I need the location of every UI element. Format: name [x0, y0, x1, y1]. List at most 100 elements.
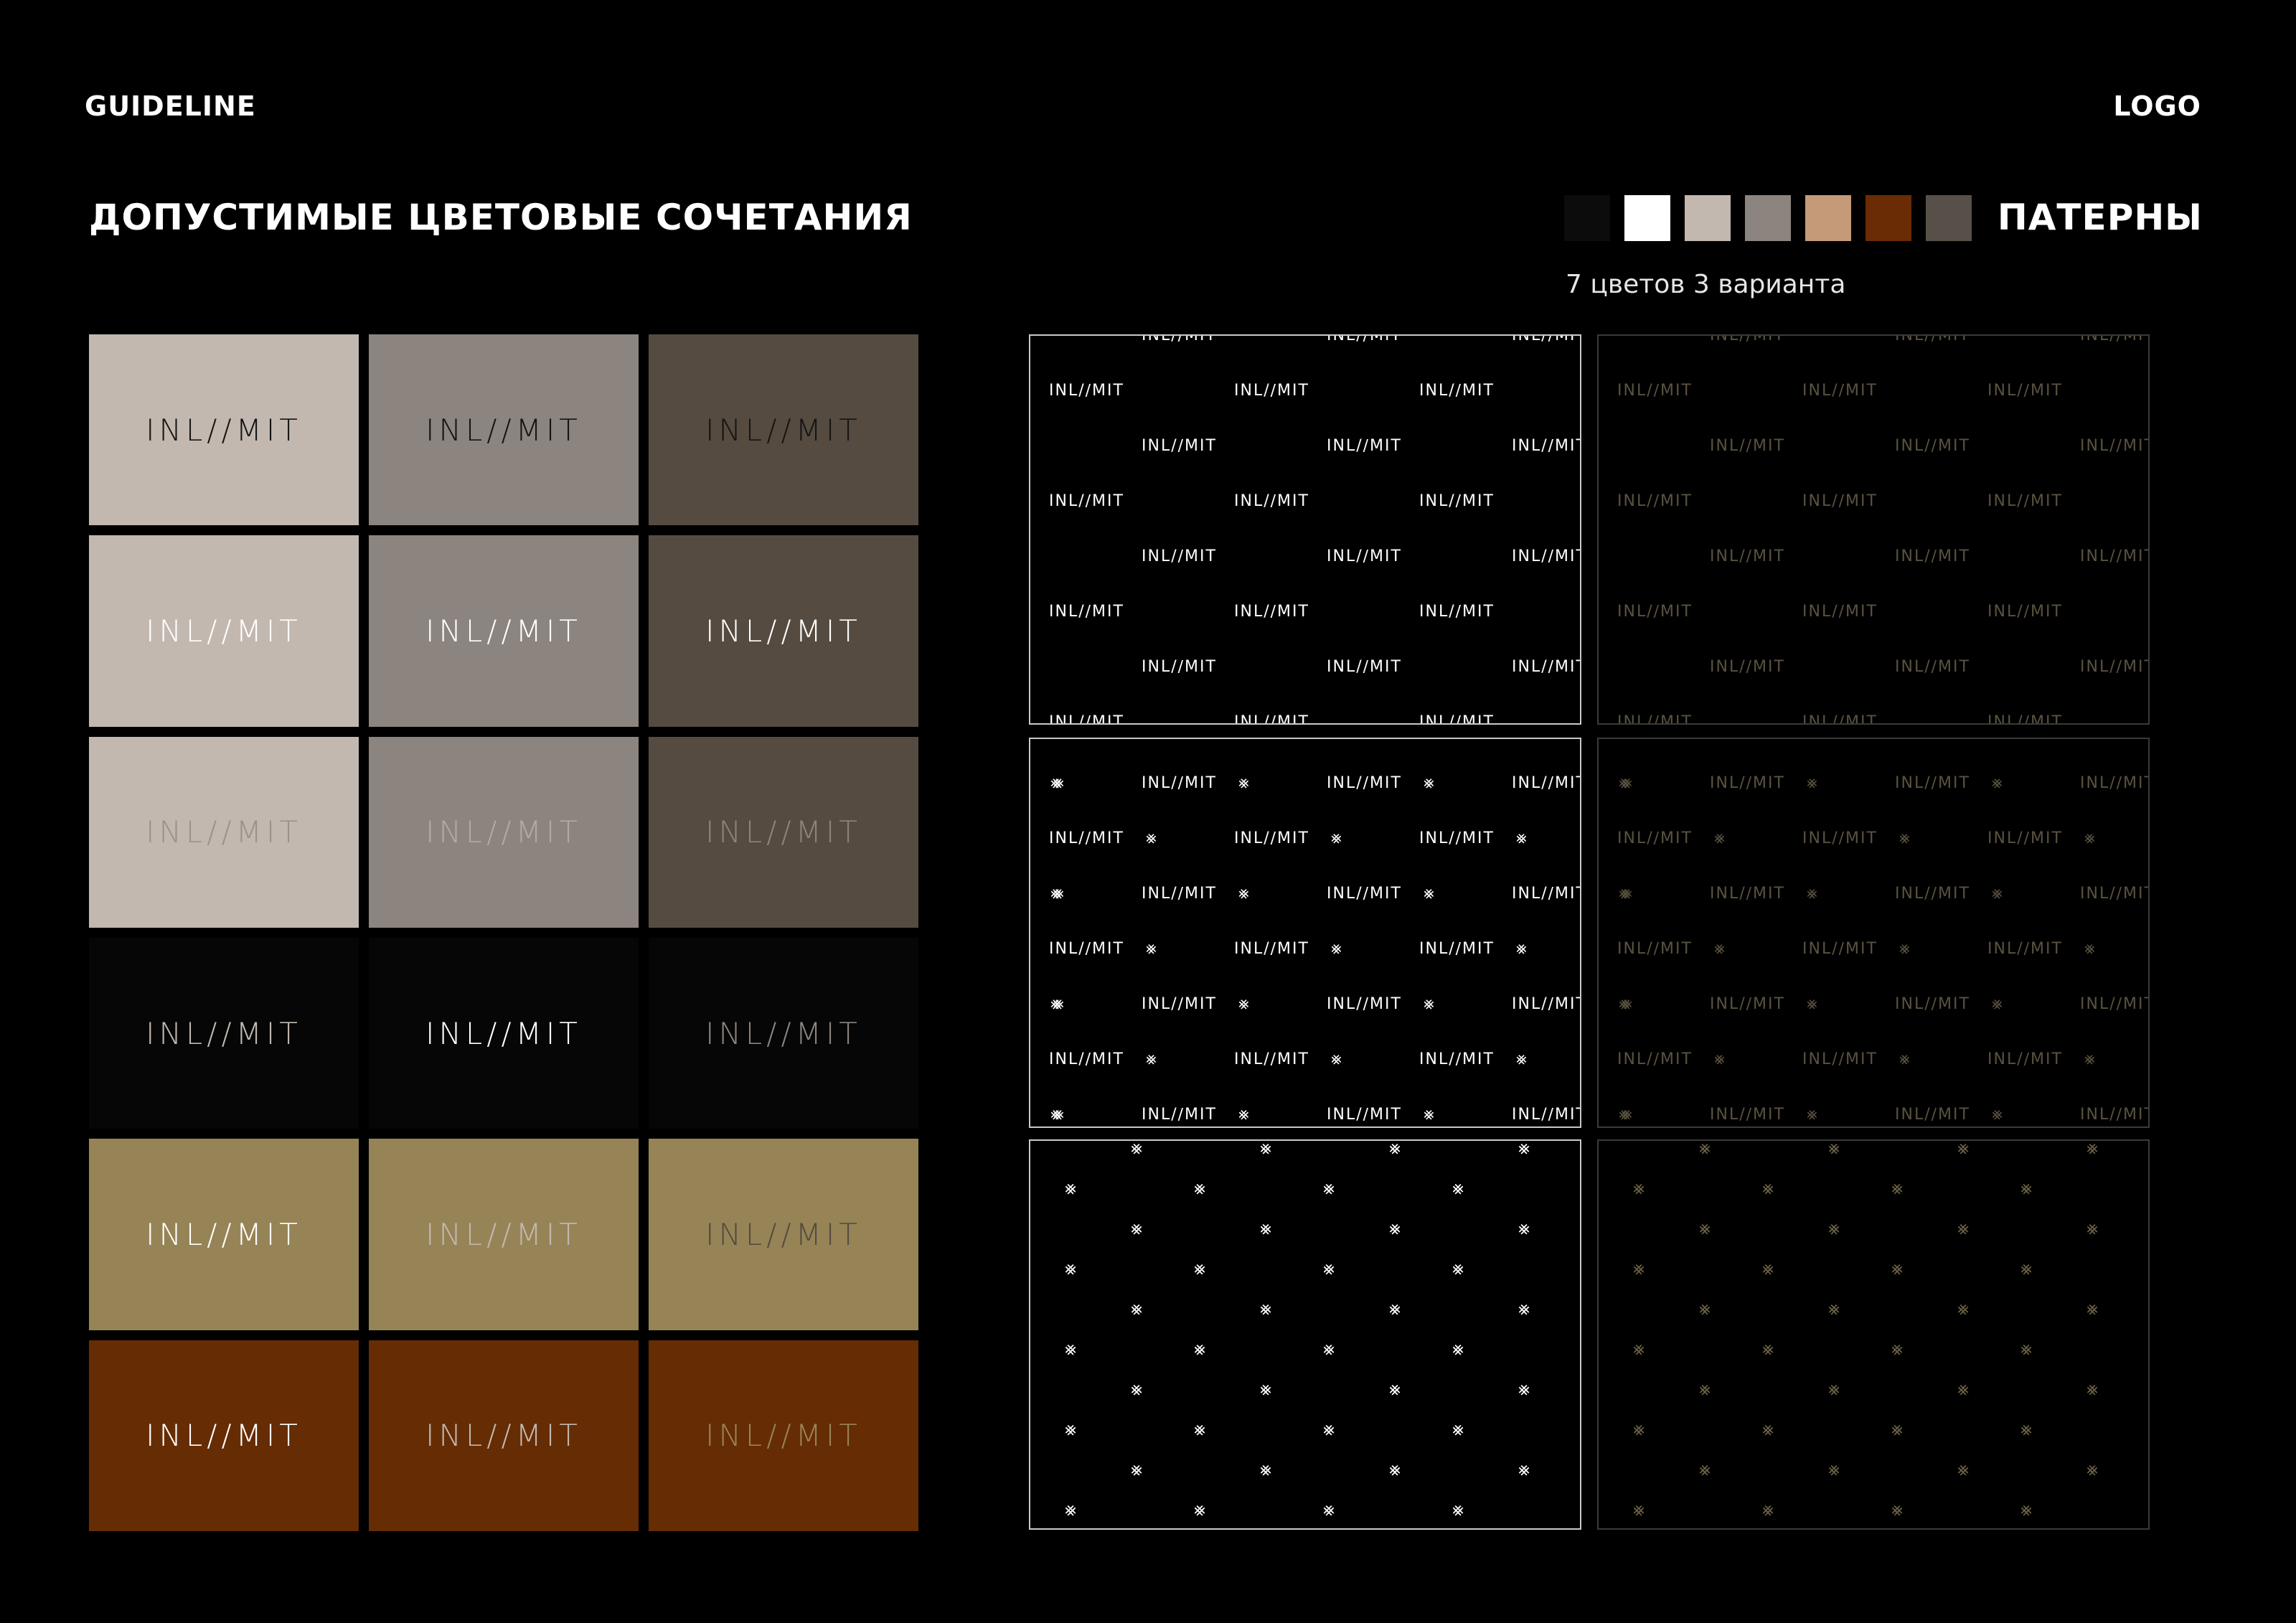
pattern-wordmark: INL/∕MIT — [2080, 885, 2148, 903]
pattern-wordmark: INL/∕MIT — [1142, 547, 1217, 565]
monogram-icon: ⨳ — [1194, 1499, 1207, 1520]
monogram-icon: ⨳ — [1260, 1298, 1273, 1319]
pattern-wordmark: INL/∕MIT — [1327, 774, 1402, 792]
combination-cell: INL/∕MIT — [649, 938, 918, 1129]
monogram-icon: ⨳ — [1050, 993, 1063, 1013]
pattern-wordmark: INL/∕MIT — [1512, 547, 1580, 565]
monogram-icon: ⨳ — [1619, 1104, 1631, 1124]
monogram-icon: ⨳ — [2086, 1298, 2099, 1319]
monogram-icon: ⨳ — [1194, 1419, 1207, 1440]
pattern-wordmark: INL/∕MIT — [2080, 995, 2148, 1013]
monogram-icon: ⨳ — [1424, 772, 1436, 792]
combination-cell: INL/∕MIT — [89, 1139, 359, 1330]
monogram-icon: ⨳ — [1452, 1419, 1465, 1440]
monogram-icon: ⨳ — [1260, 1459, 1273, 1480]
monogram-icon: ⨳ — [2084, 938, 2097, 958]
pattern-wordmark: INL/∕MIT — [1599, 885, 1600, 903]
monogram-icon: ⨳ — [1714, 1048, 1726, 1068]
logo-wordmark: INL/∕MIT — [705, 1015, 862, 1051]
monogram-icon: ⨳ — [1131, 1378, 1144, 1400]
monogram-icon: ⨳ — [1619, 883, 1631, 903]
pattern-wordmark: INL/∕MIT — [1234, 713, 1309, 723]
monogram-icon: ⨳ — [1518, 1218, 1531, 1239]
pattern-wordmark: INL/∕MIT — [1599, 547, 1600, 565]
pattern-wordmark: INL/∕MIT — [1802, 382, 1878, 400]
monogram-icon: ⨳ — [1065, 1177, 1078, 1199]
pattern-wordmark: INL/∕MIT — [1710, 774, 1785, 792]
pattern-wordmark: INL/∕MIT — [1234, 382, 1309, 400]
color-combination-grid: INL/∕MIT INL/∕MIT INL/∕MIT INL/∕MIT INL/∕MIT… — [89, 334, 918, 1531]
monogram-icon: ⨳ — [1452, 1499, 1465, 1520]
pattern-wordmark: INL/∕MIT — [1327, 437, 1402, 455]
combination-cell: INL/∕MIT — [649, 1340, 918, 1531]
pattern-wordmark: INL/∕MIT — [2080, 658, 2148, 676]
monogram-icon: ⨳ — [1699, 1459, 1712, 1480]
pattern-wordmark: INL/∕MIT — [1234, 492, 1309, 510]
pattern-wordmark: INL/∕MIT — [2080, 1106, 2148, 1124]
monogram-icon: ⨳ — [2020, 1419, 2033, 1440]
pattern-wordmark: INL/∕MIT — [1802, 603, 1878, 621]
monogram-icon: ⨳ — [1762, 1177, 1775, 1199]
monogram-icon: ⨳ — [1992, 993, 2004, 1013]
pattern-wordmark: INL/∕MIT — [1599, 336, 1600, 344]
monogram-icon: ⨳ — [2086, 1378, 2099, 1400]
patterns-title: ПАТЕРНЫ — [1997, 197, 2203, 238]
monogram-icon: ⨳ — [1828, 1298, 1841, 1319]
pattern-wordmark: INL/∕MIT — [1049, 603, 1124, 621]
palette-swatch-5 — [1805, 195, 1851, 241]
monogram-icon: ⨳ — [2020, 1338, 2033, 1360]
monogram-icon: ⨳ — [1452, 1177, 1465, 1199]
monogram-icon: ⨳ — [1424, 883, 1436, 903]
logo-wordmark: INL/∕MIT — [425, 1015, 582, 1051]
pattern-tile-wordmark-white: INL/∕MIT INL/∕MIT INL/∕MIT INL/∕MIT INL/∕MIT… — [1029, 334, 1581, 725]
pattern-wordmark: INL/∕MIT — [1710, 995, 1785, 1013]
monogram-icon: ⨳ — [1331, 938, 1343, 958]
pattern-wordmark: INL/∕MIT — [1599, 774, 1600, 792]
pattern-wordmark: INL/∕MIT — [1030, 437, 1032, 455]
monogram-icon: ⨳ — [1146, 827, 1158, 847]
monogram-icon: ⨳ — [1424, 993, 1436, 1013]
monogram-icon: ⨳ — [1891, 1499, 1904, 1520]
pattern-wordmark: INL/∕MIT — [1802, 829, 1878, 847]
pattern-wordmark: INL/∕MIT — [1030, 658, 1032, 676]
logo-wordmark: INL/∕MIT — [146, 613, 302, 649]
pattern-wordmark: INL/∕MIT — [1512, 1106, 1580, 1124]
pattern-tile-wordmark-monogram-white: INL/∕MIT ⨳ INL/∕MIT ⨳ INL/∕MIT ⨳ INL/∕MIT ⨳ ⨳ INL… — [1029, 738, 1581, 1128]
monogram-icon: ⨳ — [1065, 1258, 1078, 1279]
monogram-icon: ⨳ — [1131, 1459, 1144, 1480]
monogram-icon: ⨳ — [1194, 1258, 1207, 1279]
combination-cell: INL/∕MIT — [649, 736, 918, 928]
pattern-wordmark: INL/∕MIT — [1512, 995, 1580, 1013]
pattern-svg: INL/∕MIT INL/∕MIT INL/∕MIT INL/∕MIT INL/∕MIT… — [1030, 336, 1580, 723]
palette-swatch-4 — [1745, 195, 1791, 241]
combination-cell: INL/∕MIT — [89, 1340, 359, 1531]
pattern-tile-monogram-dark: ⨳ ⨳ ⨳ ⨳ ⨳ ⨳ ⨳ ⨳ ⨳ ⨳ ⨳ ⨳ ⨳ ⨳ ⨳ ⨳ ⨳ ⨳ ⨳ ⨳ ⨳ ⨳ ⨳ ⨳ ⨳ ⨳ ⨳ ⨳ ⨳ ⨳ ⨳ ⨳ ⨳ ⨳ ⨳ ⨳ ⨳ ⨳ ⨳ ⨳… — [1597, 1139, 2150, 1530]
logo-wordmark: INL/∕MIT — [705, 1418, 862, 1454]
monogram-icon: ⨳ — [2020, 1499, 2033, 1520]
monogram-icon: ⨳ — [1762, 1419, 1775, 1440]
monogram-icon: ⨳ — [1828, 1218, 1841, 1239]
pattern-tile-wordmark-dark: INL/∕MIT INL/∕MIT INL/∕MIT INL/∕MIT INL/∕MIT… — [1597, 334, 2150, 725]
monogram-icon: ⨳ — [1260, 1378, 1273, 1400]
combination-cell: INL/∕MIT — [369, 1340, 639, 1531]
logo-wordmark: INL/∕MIT — [425, 814, 582, 850]
pattern-wordmark: INL/∕MIT — [1327, 1106, 1402, 1124]
combination-cell: INL/∕MIT — [369, 1139, 639, 1330]
monogram-icon: ⨳ — [1389, 1459, 1402, 1480]
monogram-icon: ⨳ — [1762, 1258, 1775, 1279]
monogram-icon: ⨳ — [1899, 827, 1911, 847]
pattern-wordmark: INL/∕MIT — [1895, 437, 1970, 455]
pattern-wordmark: INL/∕MIT — [1142, 774, 1217, 792]
monogram-icon: ⨳ — [1050, 1104, 1063, 1124]
pattern-wordmark: INL/∕MIT — [1987, 713, 2063, 723]
monogram-icon: ⨳ — [1633, 1419, 1646, 1440]
monogram-icon: ⨳ — [1518, 1141, 1531, 1159]
pattern-wordmark: INL/∕MIT — [1895, 1106, 1970, 1124]
pattern-wordmark: INL/∕MIT — [1327, 885, 1402, 903]
pattern-wordmark: INL/∕MIT — [1802, 1050, 1878, 1068]
monogram-icon: ⨳ — [1389, 1298, 1402, 1319]
monogram-icon: ⨳ — [1714, 938, 1726, 958]
logo-wordmark: INL/∕MIT — [146, 1418, 302, 1454]
combination-cell: INL/∕MIT — [649, 535, 918, 727]
monogram-icon: ⨳ — [1891, 1419, 1904, 1440]
